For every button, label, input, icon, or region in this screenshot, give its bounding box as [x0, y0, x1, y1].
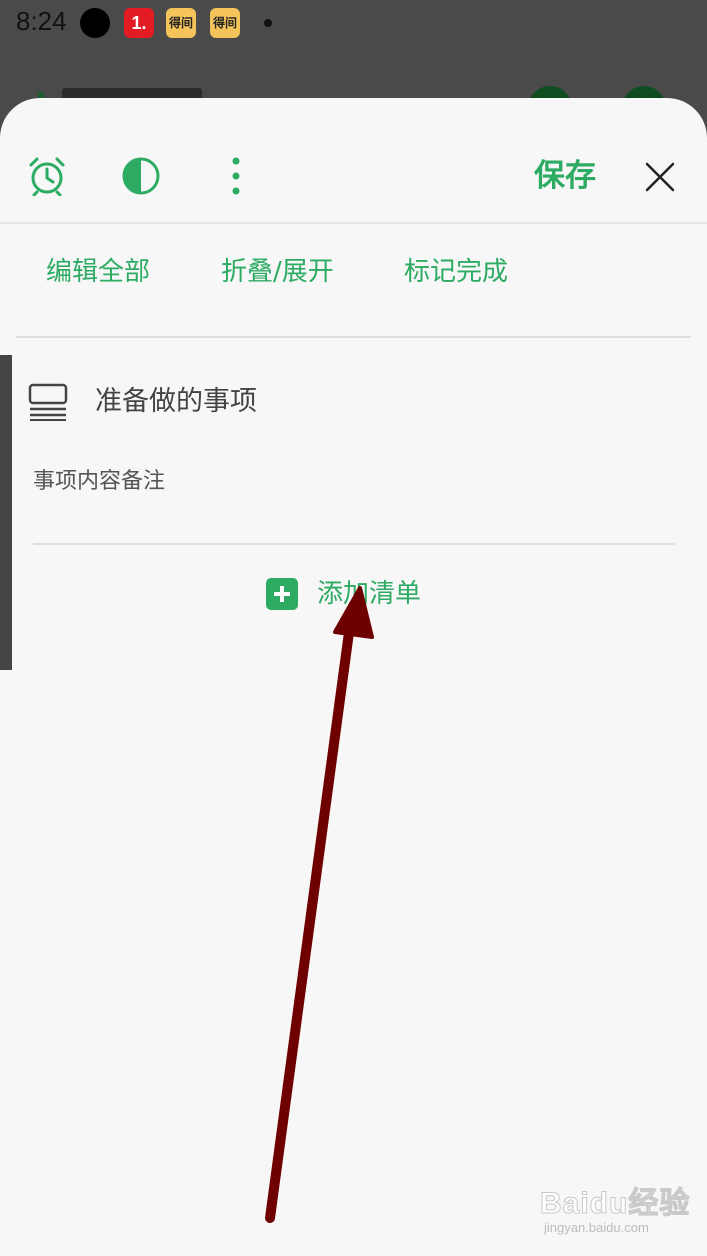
close-icon[interactable] — [643, 160, 677, 194]
watermark-logo: Baidu经验 jingyan.baidu.com — [539, 1178, 700, 1244]
left-edge-handle — [0, 355, 12, 670]
checklist-title-field[interactable]: 准备做的事项 — [95, 383, 257, 421]
watermark-brand: Baidu经验 — [539, 1187, 691, 1221]
checklist-note-field[interactable]: 事项内容备注 — [33, 466, 165, 498]
mark-done-button[interactable]: 标记完成 — [404, 254, 508, 290]
reader-app-icon-2: 得间 — [210, 8, 240, 38]
add-list-label: 添加清单 — [317, 579, 422, 609]
checklist-editor-sheet: 保存 编辑全部 折叠/展开 标记完成 准备做的事项 事项内容备注 添加清单 — [0, 98, 707, 1256]
notification-dot-icon — [80, 8, 110, 38]
checklist-actions-row: 编辑全部 折叠/展开 标记完成 — [16, 224, 691, 338]
status-bar: 8:24 1. 得间 得间 — [0, 0, 707, 48]
save-button[interactable]: 保存 — [534, 156, 596, 196]
plus-icon — [266, 578, 298, 610]
status-time: 8:24 — [16, 6, 67, 36]
checklist-icon — [28, 383, 68, 421]
alarm-icon[interactable] — [27, 156, 67, 196]
theme-contrast-icon[interactable] — [121, 156, 161, 196]
reader-app-icon: 得间 — [166, 8, 196, 38]
watermark-url: jingyan.baidu.com — [544, 1220, 649, 1235]
more-vertical-icon[interactable] — [216, 156, 256, 196]
fold-expand-button[interactable]: 折叠/展开 — [221, 254, 334, 290]
more-notifications-icon — [264, 19, 272, 27]
sheet-toolbar: 保存 — [0, 98, 707, 224]
edit-all-button[interactable]: 编辑全部 — [46, 254, 150, 290]
divider — [33, 543, 675, 545]
app-notification-icon: 1. — [124, 8, 154, 38]
